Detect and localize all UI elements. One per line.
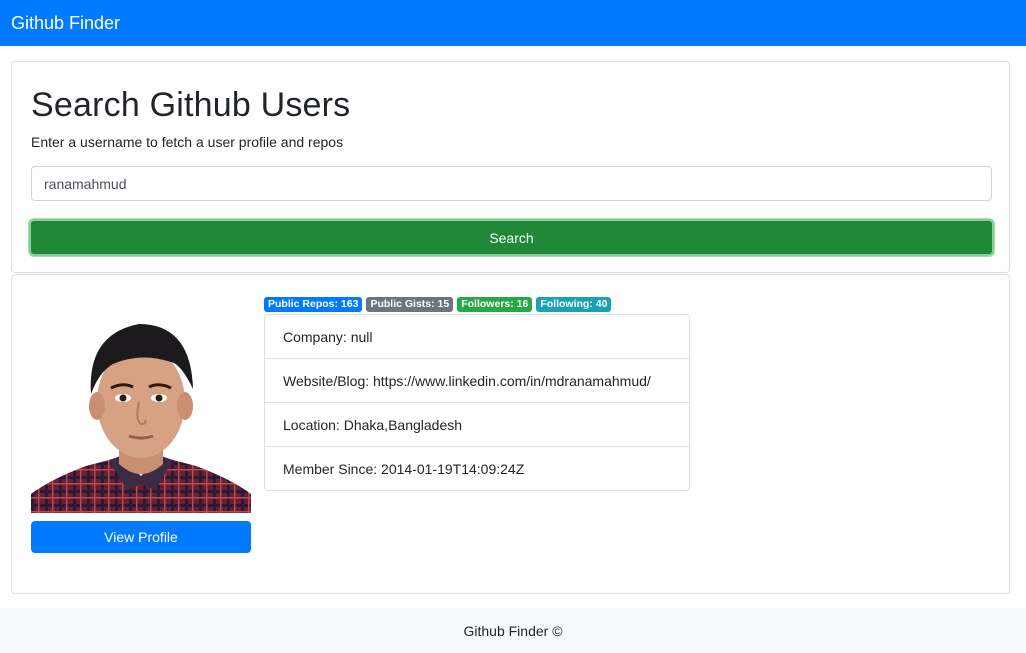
following-badge: Following: 40 <box>536 297 612 312</box>
search-subtitle: Enter a username to fetch a user profile… <box>31 134 344 150</box>
member-since-item: Member Since: 2014-01-19T14:09:24Z <box>265 446 689 490</box>
view-profile-button[interactable]: View Profile <box>31 521 251 553</box>
brand-link[interactable]: Github Finder <box>11 13 120 34</box>
stats-badges: Public Repos: 163 Public Gists: 15 Follo… <box>264 297 612 312</box>
footer: Github Finder © <box>0 608 1026 653</box>
profile-photo <box>31 294 251 513</box>
search-card: Search Github Users Enter a username to … <box>11 61 1010 273</box>
navbar: Github Finder <box>0 0 1026 46</box>
search-button[interactable]: Search <box>29 219 994 256</box>
followers-badge: Followers: 16 <box>457 297 533 312</box>
public-repos-badge: Public Repos: 163 <box>264 297 363 312</box>
avatar <box>31 294 251 513</box>
profile-details-list: Company: null Website/Blog: https://www.… <box>264 314 690 491</box>
company-item: Company: null <box>283 328 373 345</box>
search-input[interactable] <box>31 166 992 201</box>
footer-text: Github Finder © <box>463 622 563 639</box>
website-item: Website/Blog: https://www.linkedin.com/i… <box>265 358 689 402</box>
location-item: Location: Dhaka,Bangladesh <box>265 402 689 446</box>
page-title: Search Github Users <box>31 86 351 124</box>
profile-card: View Profile Public Repos: 163 Public Gi… <box>11 274 1010 594</box>
public-gists-badge: Public Gists: 15 <box>366 297 454 312</box>
